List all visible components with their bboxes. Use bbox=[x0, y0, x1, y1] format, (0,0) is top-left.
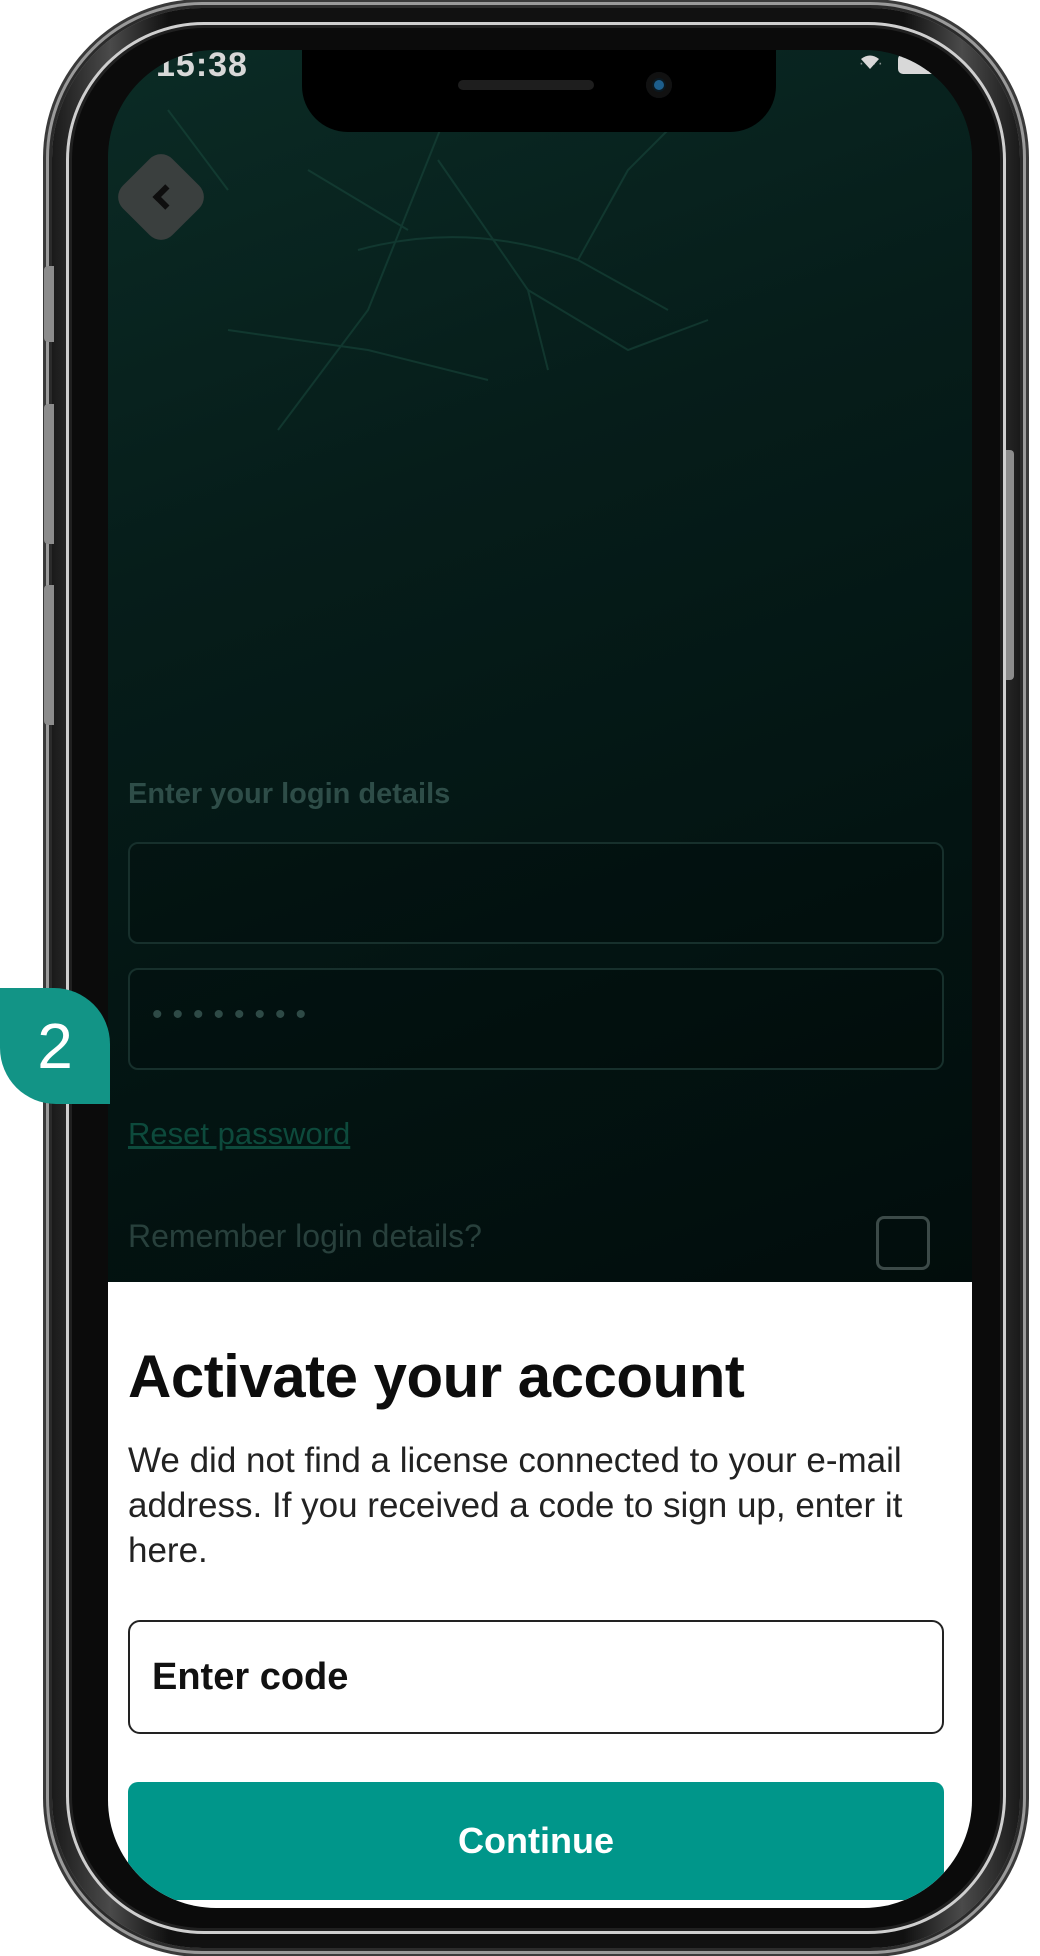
status-icons: ···· bbox=[859, 54, 942, 74]
chevron-left-icon bbox=[152, 184, 178, 210]
password-mask: •••••••• bbox=[152, 998, 317, 1031]
login-details-label: Enter your login details bbox=[128, 778, 451, 810]
continue-button[interactable]: Continue bbox=[128, 1782, 944, 1900]
battery-icon bbox=[898, 54, 942, 74]
username-field[interactable] bbox=[128, 842, 944, 944]
volume-up-button bbox=[44, 404, 54, 544]
password-field[interactable]: •••••••• bbox=[128, 968, 944, 1070]
map-lines-decoration bbox=[167, 109, 709, 431]
reset-password-link[interactable]: Reset password bbox=[128, 1116, 350, 1152]
remember-login-checkbox[interactable] bbox=[876, 1216, 930, 1270]
map-background: 15:38 ···· Enter your login details ••••… bbox=[108, 50, 972, 1285]
speaker-grille bbox=[458, 80, 594, 90]
sheet-description: We did not find a license connected to y… bbox=[128, 1441, 903, 1570]
code-input[interactable] bbox=[128, 1620, 944, 1734]
activate-account-sheet: Activate your account We did not find a … bbox=[108, 1282, 972, 1908]
volume-down-button bbox=[44, 585, 54, 725]
notch bbox=[302, 50, 776, 132]
status-time: 15:38 bbox=[156, 50, 248, 84]
sheet-title: Activate your account bbox=[128, 1343, 745, 1410]
step-number-badge: 2 bbox=[0, 988, 110, 1104]
camera-icon bbox=[646, 72, 672, 98]
phone-screen: 15:38 ···· Enter your login details ••••… bbox=[108, 50, 972, 1908]
power-button bbox=[1006, 450, 1014, 680]
mute-switch bbox=[44, 266, 54, 342]
stage: 15:38 ···· Enter your login details ••••… bbox=[0, 0, 1040, 1956]
remember-login-label: Remember login details? bbox=[128, 1218, 482, 1254]
wifi-icon bbox=[860, 55, 879, 69]
